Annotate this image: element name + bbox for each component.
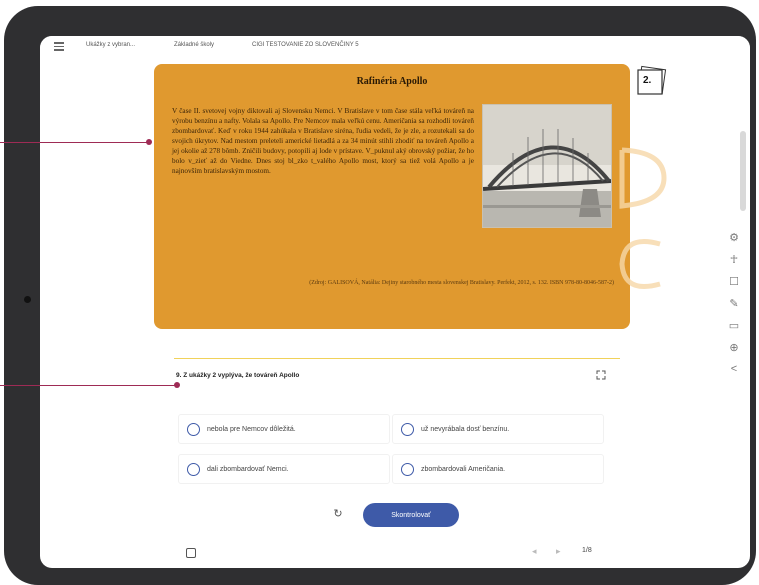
camera-dot (24, 296, 31, 303)
letter-c-decoration (619, 239, 661, 289)
bridge-photo (482, 104, 612, 228)
scrollbar[interactable] (740, 131, 746, 211)
monitor-icon[interactable]: ▭ (722, 314, 746, 336)
option-2-label: už nevyrábala dosť benzínu. (421, 425, 510, 433)
option-3-label: dali zbombardovať Nemci. (207, 465, 289, 473)
option-1[interactable]: nebola pre Nemcov dôležitá. (178, 414, 390, 444)
option-3[interactable]: dali zbombardovať Nemci. (178, 454, 390, 484)
top-bar: Ukážky z vybran... Základné školy CIGI T… (40, 36, 750, 58)
callout-line-1 (0, 142, 148, 143)
radio-2[interactable] (401, 422, 414, 436)
share-icon[interactable]: < (722, 358, 746, 380)
square-icon[interactable]: ☐ (722, 270, 746, 292)
gear-icon[interactable]: ⚙ (722, 226, 746, 248)
option-4[interactable]: zbombardovali Američania. (392, 454, 604, 484)
question-title: 9. Z ukážky 2 vyplýva, že továreň Apollo (176, 372, 300, 379)
next-arrow-icon[interactable]: ▸ (556, 546, 561, 557)
checkbox-icon[interactable] (186, 548, 196, 558)
callout-dot-1 (146, 139, 152, 145)
expand-icon[interactable] (596, 370, 606, 380)
pencil-icon[interactable]: ✎ (722, 292, 746, 314)
option-1-label: nebola pre Nemcov dôležitá. (207, 425, 296, 433)
example-number-badge: 2. (634, 64, 668, 98)
option-4-label: zbombardovali Američania. (421, 465, 506, 473)
breadcrumb-item-3: CIGI TESTOVANIE ZO SLOVENČINY 5 (252, 42, 359, 48)
tablet-screen: Ukážky z vybran... Základné školy CIGI T… (40, 36, 750, 568)
page-indicator: 1/8 (582, 547, 592, 554)
callout-dot-2 (174, 382, 180, 388)
radio-3[interactable] (187, 462, 200, 476)
radio-4[interactable] (401, 462, 414, 476)
prev-arrow-icon[interactable]: ◂ (532, 546, 537, 557)
article-body: V čase II. svetovej vojny diktovali aj S… (172, 104, 612, 232)
side-toolbar: ⚙ ☥ ☐ ✎ ▭ ⊕ < (722, 226, 746, 380)
example-number: 2. (643, 75, 652, 86)
crosshair-icon[interactable]: ⊕ (722, 336, 746, 358)
breadcrumb-item-2[interactable]: Základné školy (174, 42, 214, 48)
breadcrumb-item-1[interactable]: Ukážky z vybran... (86, 42, 135, 48)
article-text: V čase II. svetovej vojny diktovali aj S… (172, 107, 474, 175)
menu-icon[interactable] (54, 42, 64, 51)
tablet-frame: Ukážky z vybran... Základné školy CIGI T… (4, 6, 756, 585)
check-button[interactable]: Skontrolovať (363, 503, 459, 527)
letter-d-decoration (619, 147, 667, 209)
reset-icon[interactable]: ↻ (332, 508, 344, 520)
question-divider (174, 358, 620, 359)
radio-1[interactable] (187, 422, 200, 436)
callout-line-2 (0, 385, 176, 386)
bottom-bar: ◂ ▸ 1/8 (176, 542, 616, 564)
option-2[interactable]: už nevyrábala dosť benzínu. (392, 414, 604, 444)
accessibility-icon[interactable]: ☥ (722, 248, 746, 270)
article-card: Rafinéria Apollo V čase II. svetovej voj… (154, 64, 667, 329)
article-citation: (Zdroj: GALISOVÁ, Natália: Dejiny starob… (309, 280, 614, 286)
article-title: Rafinéria Apollo (356, 76, 428, 87)
